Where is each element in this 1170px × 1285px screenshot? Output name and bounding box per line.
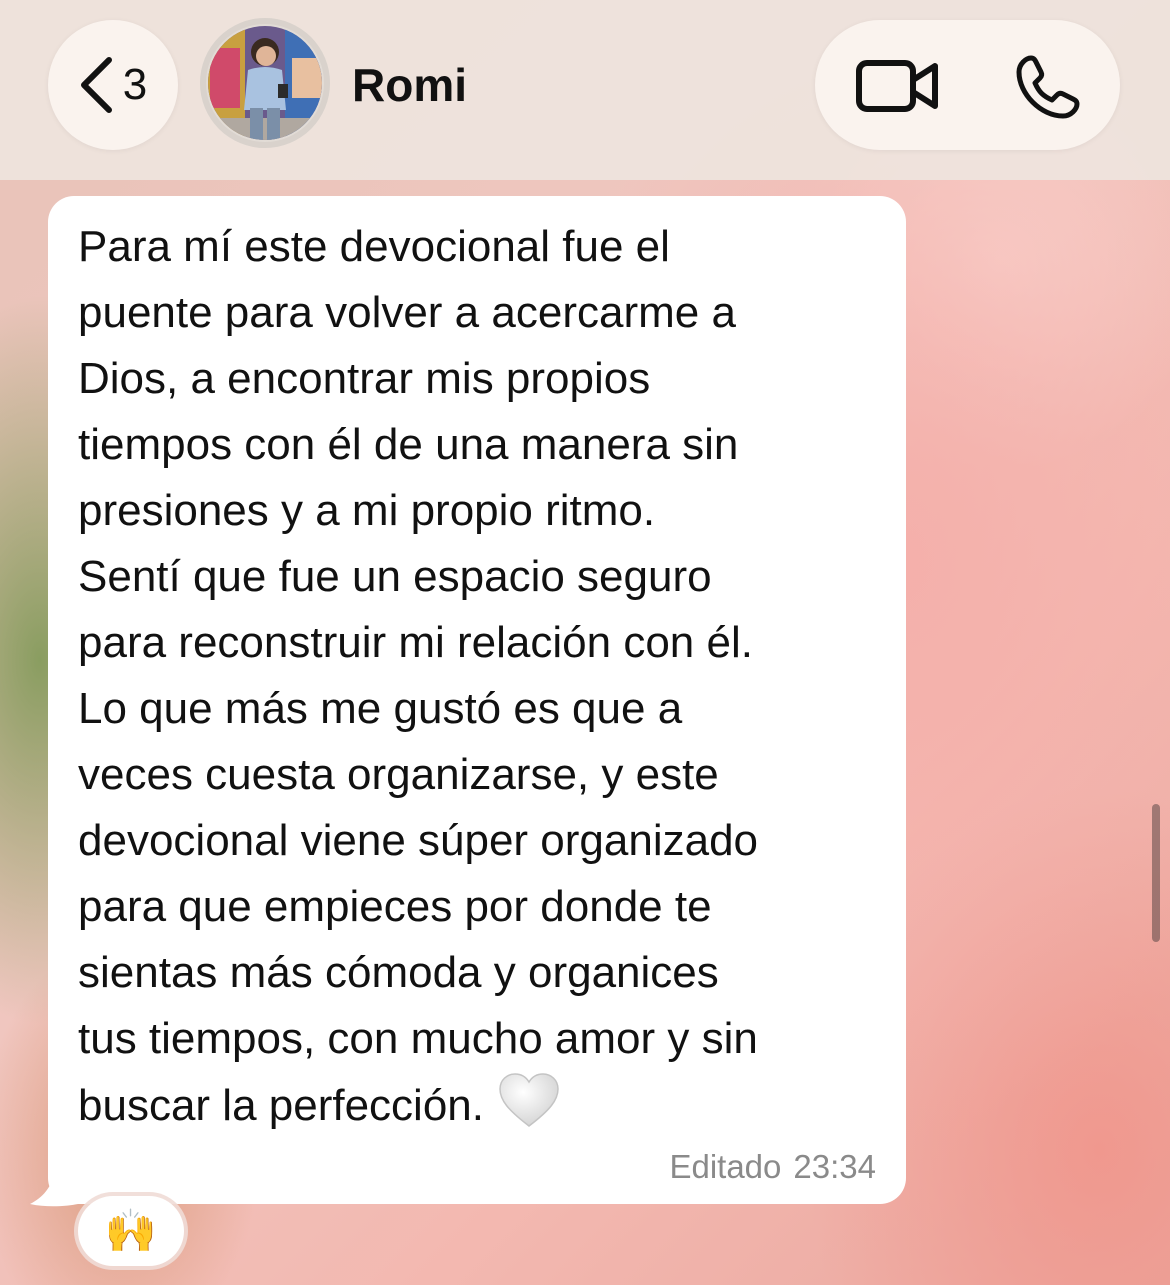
message-bubble[interactable]: Para mí este devocional fue el puente pa… — [48, 196, 906, 1204]
message-reaction[interactable]: 🙌 — [78, 1196, 184, 1266]
video-call-button[interactable] — [855, 56, 939, 116]
avatar[interactable] — [200, 18, 330, 148]
message-text: Para mí este devocional fue el puente pa… — [78, 214, 882, 1147]
raising-hands-icon: 🙌 — [104, 1206, 158, 1254]
contact-name[interactable]: Romi — [352, 58, 467, 112]
call-actions — [815, 20, 1120, 150]
message-time: 23:34 — [793, 1148, 876, 1185]
message-meta: Editado 23:34 — [669, 1148, 876, 1186]
back-button[interactable]: 3 — [48, 20, 178, 150]
chevron-left-icon — [79, 56, 113, 114]
message-body: Para mí este devocional fue el puente pa… — [78, 222, 759, 1130]
video-camera-icon — [855, 60, 939, 120]
chat-header: 3 Romi — [0, 0, 1170, 180]
white-heart-icon — [498, 1072, 560, 1147]
unread-count: 3 — [122, 60, 148, 109]
voice-call-button[interactable] — [1013, 52, 1083, 122]
phone-icon — [1013, 55, 1083, 126]
edited-label: Editado — [669, 1148, 782, 1185]
scroll-indicator[interactable] — [1152, 804, 1160, 942]
